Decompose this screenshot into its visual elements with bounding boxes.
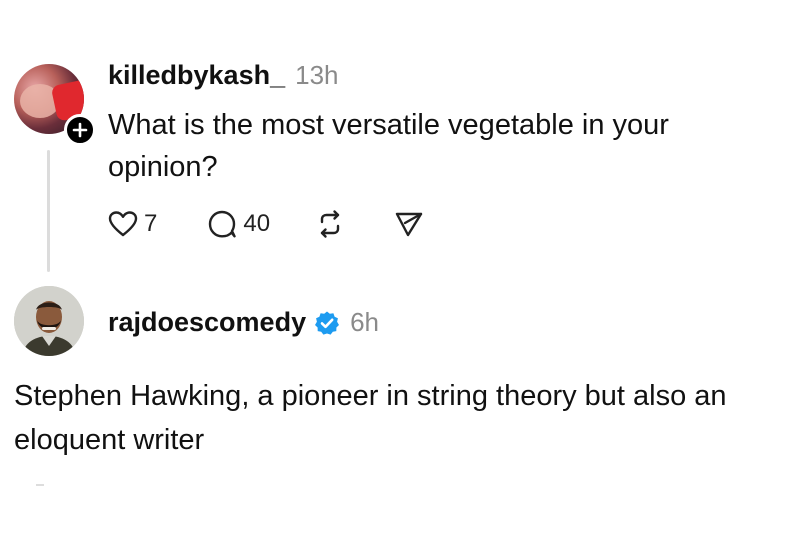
repost-icon [320,210,340,238]
repost-button[interactable] [314,209,346,239]
comment-bubble-icon [209,210,237,238]
like-count: 7 [144,210,158,237]
heart-icon [108,211,138,237]
post1-username[interactable]: killedbykash_ [108,60,285,91]
post2-username[interactable]: rajdoescomedy [108,307,306,338]
post2-timestamp: 6h [350,307,380,337]
share-button[interactable] [394,209,424,239]
post1-avatar[interactable] [14,64,96,146]
send-icon [395,212,423,237]
post1-actions-bar: 7 40 [108,204,424,244]
like-button[interactable]: 7 [108,210,157,238]
thread-connector-line [47,150,50,272]
post2-avatar-photo [14,286,84,356]
post2-text: Stephen Hawking, a pioneer in string the… [14,380,727,456]
post2-avatar[interactable] [14,286,84,356]
post2-header: rajdoescomedy 6h [108,307,379,338]
post1-timestamp: 13h [295,60,339,90]
plus-icon [72,122,88,138]
reply-count: 40 [243,210,271,237]
post1-text: What is the most versatile vegetable in … [108,109,669,183]
verified-badge-icon [315,311,340,335]
follow-plus-icon[interactable] [64,114,96,146]
divider-mark [36,484,44,486]
post1-header: killedbykash_ 13h [108,60,339,91]
reply-button[interactable]: 40 [207,209,270,239]
